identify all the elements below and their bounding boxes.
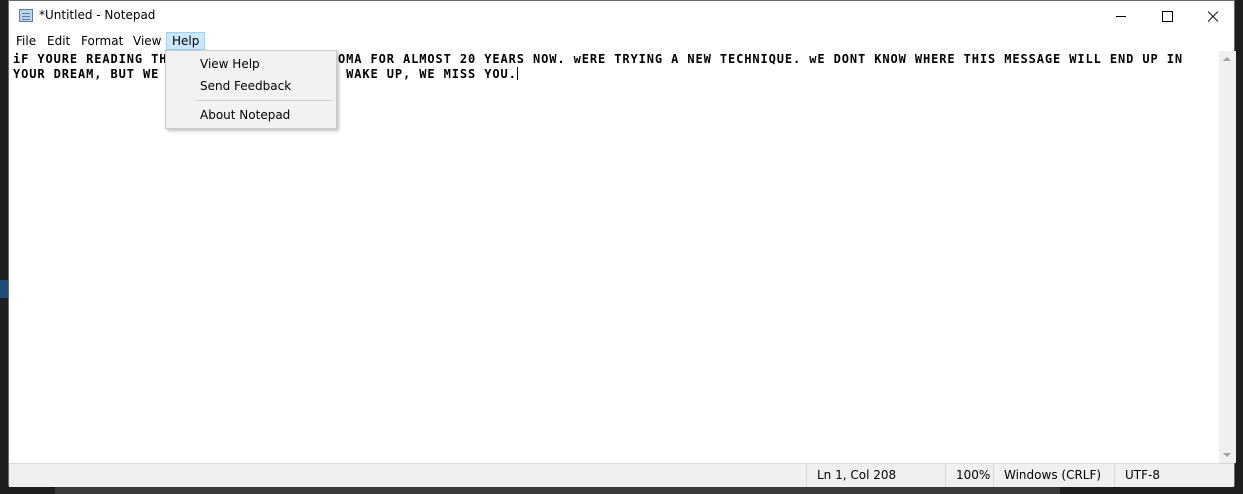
status-bar: Ln 1, Col 208 100% Windows (CRLF) UTF-8 <box>9 463 1234 487</box>
notepad-app-icon[interactable] <box>19 9 33 22</box>
menu-view[interactable]: View <box>128 32 166 50</box>
background-window-edge <box>0 280 8 298</box>
cursor-position: Ln 1, Col 208 <box>806 464 896 487</box>
taskbar-edge <box>55 486 1060 494</box>
menu-item-about-notepad[interactable]: About Notepad <box>168 104 334 126</box>
close-button[interactable] <box>1190 1 1236 31</box>
menu-format[interactable]: Format <box>76 32 128 50</box>
menu-item-send-feedback[interactable]: Send Feedback <box>168 75 334 97</box>
encoding: UTF-8 <box>1114 464 1160 487</box>
minimize-button[interactable] <box>1098 1 1144 31</box>
help-dropdown-menu: View Help Send Feedback About Notepad <box>165 50 337 129</box>
zoom-level: 100% <box>945 464 990 487</box>
text-caret <box>516 67 518 80</box>
close-icon <box>1207 10 1219 22</box>
menu-separator <box>196 100 332 101</box>
scroll-up-icon[interactable] <box>1223 57 1231 61</box>
title-bar[interactable]: *Untitled - Notepad <box>9 1 1234 31</box>
menu-item-view-help[interactable]: View Help <box>168 53 334 75</box>
menu-help[interactable]: Help <box>166 32 206 50</box>
window-title: *Untitled - Notepad <box>39 8 156 22</box>
menu-edit[interactable]: Edit <box>42 32 75 50</box>
line-ending: Windows (CRLF) <box>993 464 1101 487</box>
minimize-icon <box>1116 15 1126 17</box>
maximize-button[interactable] <box>1144 1 1190 31</box>
maximize-icon <box>1161 10 1173 22</box>
vertical-scrollbar[interactable] <box>1219 51 1236 463</box>
menu-file[interactable]: File <box>11 32 41 50</box>
scroll-down-icon[interactable] <box>1223 453 1231 457</box>
menu-bar: File Edit Format View Help <box>9 31 1234 51</box>
